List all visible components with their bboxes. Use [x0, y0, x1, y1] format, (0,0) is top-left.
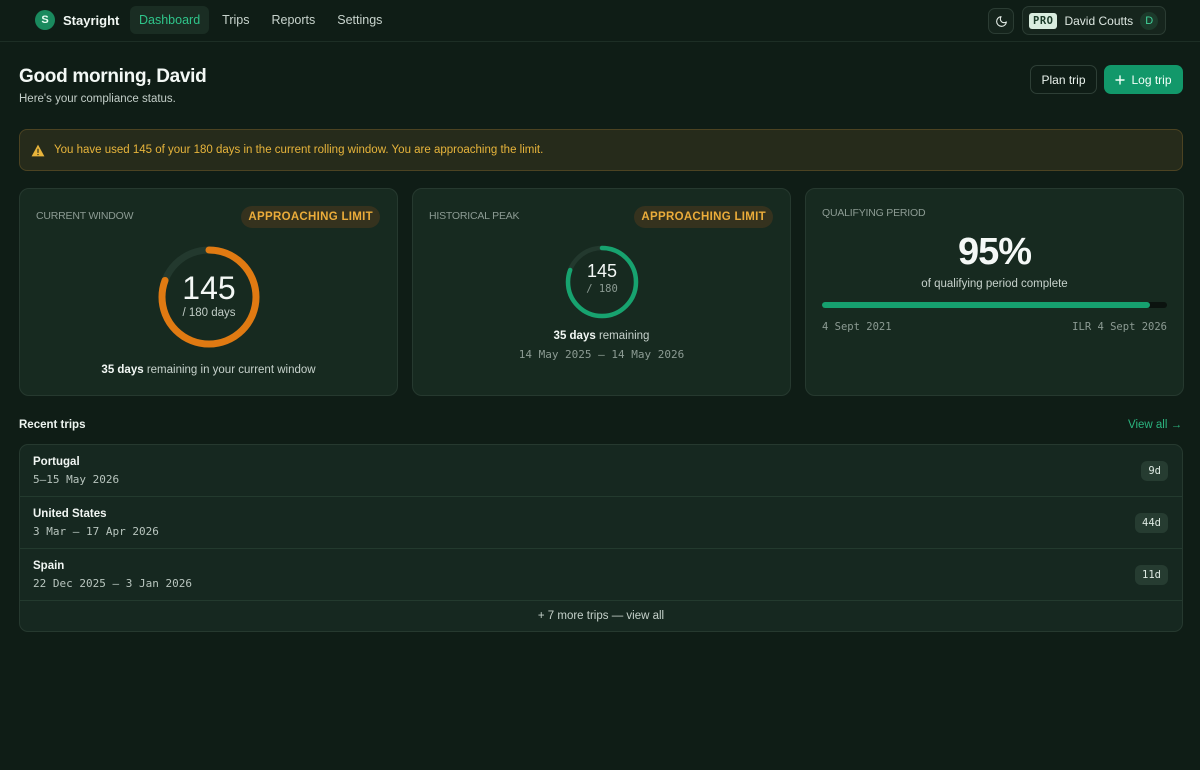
peak-days-used: 145: [586, 261, 618, 281]
trip-country: Spain: [33, 560, 65, 572]
more-trips-link[interactable]: + 7 more trips — view all: [20, 601, 1182, 631]
nav-item-settings[interactable]: Settings: [328, 6, 391, 34]
recent-trips-title: Recent trips: [19, 419, 86, 431]
qualifying-end-date: ILR 4 Sept 2026: [1072, 321, 1167, 333]
trip-row[interactable]: United States 3 Mar – 17 Apr 2026 44d: [20, 497, 1182, 549]
page-title: Good morning, David: [19, 66, 207, 87]
app-name: Stayright: [63, 12, 120, 28]
moon-icon: [995, 15, 1007, 27]
qualifying-progress-bar: [822, 302, 1167, 308]
trip-country: United States: [33, 508, 107, 520]
card-label: HISTORICAL PEAK: [429, 210, 520, 222]
remaining-days: 35 days: [101, 364, 144, 376]
trip-dates: 5–15 May 2026: [33, 473, 120, 486]
user-name: David Coutts: [1064, 13, 1134, 28]
avatar: D: [1140, 11, 1159, 30]
current-window-count: 145 / 180 days: [156, 271, 262, 319]
trip-row[interactable]: Portugal 5–15 May 2026 9d: [20, 445, 1182, 497]
warning-icon: [31, 144, 45, 156]
trip-country: Portugal: [33, 456, 80, 468]
view-all-link[interactable]: View all →: [1128, 419, 1182, 431]
peak-remaining-days: 35 days: [553, 330, 596, 342]
status-badge: APPROACHING LIMIT: [241, 206, 380, 228]
qualifying-progress-fill: [822, 302, 1150, 308]
page-subtitle: Here's your compliance status.: [19, 93, 176, 105]
trip-dates: 22 Dec 2025 – 3 Jan 2026: [33, 577, 192, 590]
limit-alert: You have used 145 of your 180 days in th…: [19, 129, 1183, 171]
nav-item-reports[interactable]: Reports: [262, 6, 324, 34]
days-used: 145: [182, 270, 236, 306]
remaining-text: 35 days remaining in your current window: [20, 364, 397, 376]
status-badge: APPROACHING LIMIT: [634, 206, 773, 228]
trip-duration-badge: 9d: [1141, 461, 1168, 481]
qualifying-start-date: 4 Sept 2021: [822, 321, 892, 333]
card-label: CURRENT WINDOW: [36, 210, 134, 222]
theme-toggle-button[interactable]: [988, 8, 1014, 34]
plus-icon: [1115, 74, 1126, 85]
plan-badge: PRO: [1029, 12, 1058, 29]
qualifying-percent: 95%: [957, 231, 1032, 273]
log-trip-label: Log trip: [1131, 72, 1172, 87]
nav-item-dashboard[interactable]: Dashboard: [130, 6, 210, 34]
app-logo: S: [35, 10, 55, 30]
qualifying-caption: of qualifying period complete: [921, 278, 1068, 290]
qualifying-period-card: QUALIFYING PERIOD 95% of qualifying peri…: [805, 188, 1184, 396]
top-navigation-bar: S Stayright Dashboard Trips Reports Sett…: [0, 0, 1200, 42]
historical-peak-count: 145 / 180: [564, 261, 640, 295]
nav-item-trips[interactable]: Trips: [213, 6, 258, 34]
peak-remaining-suffix: remaining: [595, 330, 650, 342]
peak-days-total: / 180: [586, 283, 618, 295]
alert-message: You have used 145 of your 180 days in th…: [54, 144, 544, 156]
trip-duration-badge: 11d: [1135, 565, 1168, 585]
main-nav: Dashboard Trips Reports Settings: [130, 6, 391, 34]
user-menu[interactable]: PRO David Coutts D: [1022, 6, 1166, 35]
trip-duration-badge: 44d: [1135, 513, 1168, 533]
trip-dates: 3 Mar – 17 Apr 2026: [33, 525, 159, 538]
current-window-card: CURRENT WINDOW APPROACHING LIMIT 145 / 1…: [19, 188, 398, 396]
recent-trips-list: Portugal 5–15 May 2026 9d United States …: [19, 444, 1183, 632]
remaining-suffix: remaining in your current window: [143, 364, 316, 376]
historical-peak-card: HISTORICAL PEAK APPROACHING LIMIT 145 / …: [412, 188, 791, 396]
peak-date-range: 14 May 2025 – 14 May 2026: [518, 348, 685, 361]
plan-trip-button[interactable]: Plan trip: [1030, 65, 1097, 94]
log-trip-button[interactable]: Log trip: [1104, 65, 1183, 94]
trip-row[interactable]: Spain 22 Dec 2025 – 3 Jan 2026 11d: [20, 549, 1182, 601]
days-total: / 180 days: [182, 307, 236, 319]
brand[interactable]: S Stayright: [35, 10, 119, 30]
card-label: QUALIFYING PERIOD: [822, 207, 926, 219]
peak-remaining-text: 35 days remaining: [413, 330, 790, 342]
